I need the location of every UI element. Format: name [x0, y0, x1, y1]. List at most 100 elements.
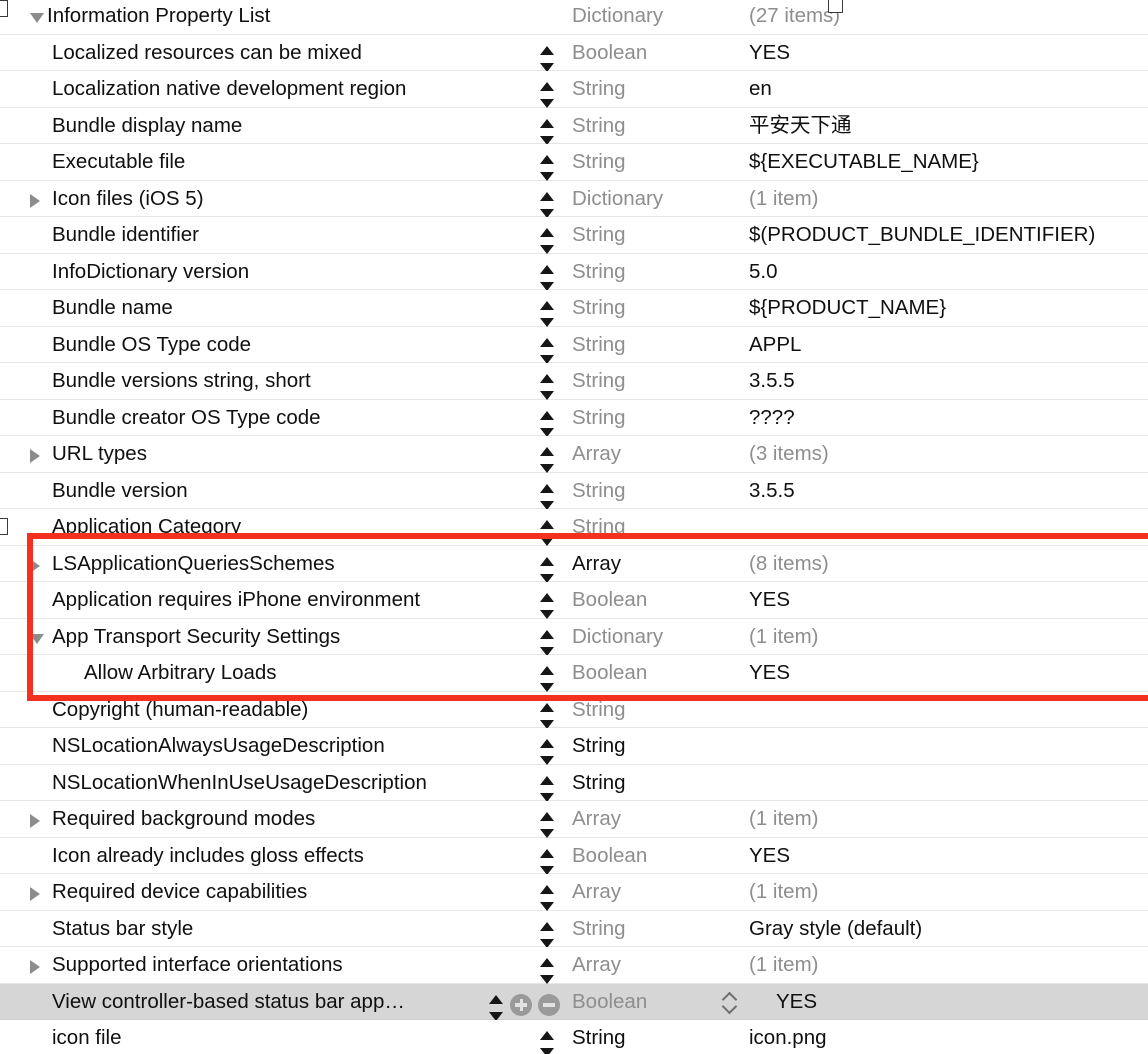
row-key-cell[interactable]: Required background modes: [0, 801, 470, 838]
disclosure-triangle-closed-icon[interactable]: [30, 449, 40, 463]
row-value-cell[interactable]: (3 items): [749, 436, 1148, 473]
stepper-up-icon[interactable]: [540, 45, 554, 55]
add-row-button[interactable]: [510, 993, 532, 1016]
row-type-cell[interactable]: Dictionary: [572, 181, 737, 218]
table-row[interactable]: Icon already includes gloss effects Boole…: [0, 837, 1148, 875]
table-row[interactable]: InfoDictionary version String 5.0: [0, 253, 1148, 291]
row-type-cell[interactable]: Array: [572, 801, 737, 838]
row-type-cell[interactable]: String: [572, 509, 737, 546]
table-row[interactable]: App Transport Security Settings Dictionar…: [0, 618, 1148, 656]
row-value-cell[interactable]: YES: [776, 984, 1148, 1021]
row-value-cell[interactable]: (1 item): [749, 801, 1148, 838]
table-row[interactable]: NSLocationWhenInUseUsageDescription Strin…: [0, 764, 1148, 802]
row-value-cell[interactable]: 平安天下通: [749, 108, 1148, 145]
table-row[interactable]: Required background modes Array (1 item): [0, 801, 1148, 838]
stepper-up-icon[interactable]: [540, 629, 554, 639]
row-value-cell[interactable]: APPL: [749, 327, 1148, 364]
row-value-cell[interactable]: [749, 728, 1148, 765]
row-key-cell[interactable]: Allow Arbitrary Loads: [0, 655, 470, 692]
row-value-cell[interactable]: [749, 692, 1148, 729]
row-key-cell[interactable]: Information Property List: [0, 0, 470, 35]
table-row[interactable]: Localization native development region St…: [0, 71, 1148, 108]
row-key-cell[interactable]: URL types: [0, 436, 470, 473]
stepper-up-icon[interactable]: [540, 520, 554, 529]
row-type-cell[interactable]: Dictionary: [572, 619, 737, 656]
row-type-cell[interactable]: String: [572, 290, 737, 327]
stepper-up-icon[interactable]: [540, 483, 554, 493]
row-type-cell[interactable]: String: [572, 254, 737, 291]
row-value-cell[interactable]: YES: [749, 838, 1148, 875]
row-type-cell[interactable]: String: [572, 363, 737, 400]
row-key-cell[interactable]: Application requires iPhone environment: [0, 582, 470, 619]
table-row[interactable]: icon file String icon.png: [0, 1020, 1148, 1054]
row-type-cell[interactable]: Boolean: [572, 582, 737, 619]
row-type-cell[interactable]: String: [572, 728, 737, 765]
row-key-cell[interactable]: Application Category: [0, 509, 470, 546]
row-key-cell[interactable]: Copyright (human-readable): [0, 692, 470, 729]
stepper-up-icon[interactable]: [540, 593, 554, 602]
value-chevron-stepper[interactable]: [721, 991, 738, 1015]
row-key-cell[interactable]: icon file: [0, 1020, 470, 1054]
row-type-cell[interactable]: String: [572, 400, 737, 437]
row-type-cell[interactable]: Boolean: [572, 35, 737, 72]
stepper-up-icon[interactable]: [540, 191, 554, 201]
row-type-cell[interactable]: String: [572, 692, 737, 729]
row-key-cell[interactable]: Icon files (iOS 5): [0, 181, 470, 218]
stepper-up-icon[interactable]: [540, 775, 554, 785]
stepper-up-icon[interactable]: [540, 301, 554, 310]
table-row[interactable]: Localized resources can be mixed Boolean Y…: [0, 34, 1148, 72]
table-row[interactable]: Information Property List Dictionary (27 i…: [0, 0, 1148, 35]
table-row[interactable]: Bundle creator OS Type code String????: [0, 399, 1148, 437]
row-key-cell[interactable]: NSLocationWhenInUseUsageDescription: [0, 765, 470, 802]
row-key-cell[interactable]: NSLocationAlwaysUsageDescription: [0, 728, 470, 765]
row-value-cell[interactable]: (8 items): [749, 546, 1148, 583]
stepper-up-icon[interactable]: [489, 994, 503, 1004]
table-row[interactable]: Bundle identifier String $(PRODUCT_BUNDLE_…: [0, 217, 1148, 254]
row-value-cell[interactable]: (27 items): [749, 0, 1148, 35]
stepper-up-icon[interactable]: [540, 702, 554, 712]
row-value-cell[interactable]: 5.0: [749, 254, 1148, 291]
stepper-up-icon[interactable]: [540, 556, 554, 566]
table-row[interactable]: Status bar style String Gray style (defaul…: [0, 910, 1148, 948]
row-value-cell[interactable]: ????: [749, 400, 1148, 437]
row-key-cell[interactable]: Bundle identifier: [0, 217, 470, 254]
row-value-cell[interactable]: (1 item): [749, 619, 1148, 656]
stepper-up-icon[interactable]: [540, 666, 554, 675]
stepper-up-icon[interactable]: [540, 447, 554, 456]
disclosure-triangle-closed-icon[interactable]: [30, 193, 40, 208]
row-key-cell[interactable]: Icon already includes gloss effects: [0, 838, 470, 875]
stepper-up-icon[interactable]: [540, 374, 554, 383]
row-value-cell[interactable]: ${PRODUCT_NAME}: [749, 290, 1148, 327]
row-type-cell[interactable]: Array: [572, 546, 737, 583]
row-value-cell[interactable]: YES: [749, 35, 1148, 72]
row-key-cell[interactable]: Bundle OS Type code: [0, 327, 470, 364]
remove-row-button[interactable]: [538, 993, 560, 1016]
row-value-cell[interactable]: $(PRODUCT_BUNDLE_IDENTIFIER): [749, 217, 1148, 254]
table-row[interactable]: Allow Arbitrary Loads Boolean YES: [0, 655, 1148, 692]
row-type-cell[interactable]: String: [572, 1020, 737, 1054]
row-value-cell[interactable]: (1 item): [749, 874, 1148, 911]
row-value-cell[interactable]: icon.png: [749, 1020, 1148, 1054]
stepper-up-icon[interactable]: [540, 82, 554, 91]
row-type-cell[interactable]: String: [572, 911, 737, 948]
row-value-cell[interactable]: (1 item): [749, 181, 1148, 218]
row-key-cell[interactable]: Bundle display name: [0, 108, 470, 145]
table-row[interactable]: URL types Array (3 items): [0, 436, 1148, 473]
stepper-down-icon[interactable]: [540, 1048, 554, 1054]
row-value-cell[interactable]: Gray style (default): [749, 911, 1148, 948]
row-value-cell[interactable]: (1 item): [749, 947, 1148, 984]
disclosure-triangle-closed-icon[interactable]: [30, 960, 40, 974]
row-type-cell[interactable]: Array: [572, 947, 737, 984]
stepper-up-icon[interactable]: [540, 410, 554, 420]
stepper-up-icon[interactable]: [540, 812, 554, 821]
table-row[interactable]: NSLocationAlwaysUsageDescription String: [0, 728, 1148, 765]
disclosure-triangle-closed-icon[interactable]: [30, 887, 40, 901]
row-key-cell[interactable]: App Transport Security Settings: [0, 619, 470, 656]
stepper-up-icon[interactable]: [540, 337, 554, 347]
row-key-cell[interactable]: Bundle creator OS Type code: [0, 400, 470, 437]
table-row[interactable]: Icon files (iOS 5) Dictionary (1 item): [0, 180, 1148, 218]
stepper-up-icon[interactable]: [540, 228, 554, 237]
row-reorder-stepper[interactable]: [539, 1031, 555, 1054]
row-value-cell[interactable]: YES: [749, 582, 1148, 619]
table-row[interactable]: Application requires iPhone environment B…: [0, 582, 1148, 619]
